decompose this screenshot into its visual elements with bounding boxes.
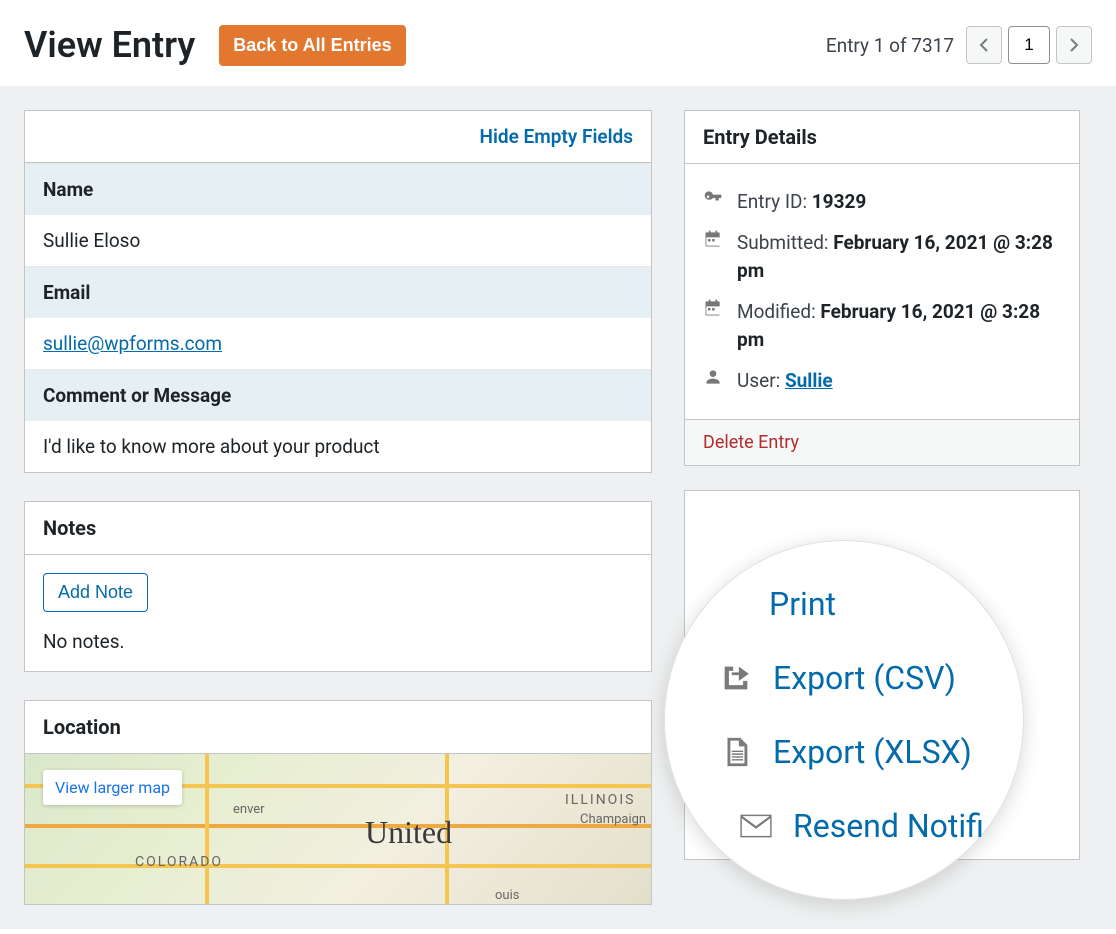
map-city-stlouis: ouis: [495, 888, 519, 903]
entry-details-title: Entry Details: [685, 111, 1079, 164]
field-name-value: Sullie Eloso: [25, 215, 651, 266]
location-map[interactable]: ILLINOIS COLORADO enver Champaign ouis U…: [25, 754, 651, 904]
zoom-resend-label[interactable]: Resend Notifi: [793, 807, 984, 845]
calendar-icon: [703, 298, 725, 318]
prev-entry-button[interactable]: [966, 26, 1002, 64]
file-icon: [719, 735, 755, 769]
entry-id-label: Entry ID:: [737, 190, 807, 213]
location-panel: Location ILLINOIS COLORADO enver Champai…: [24, 700, 652, 905]
map-state-illinois: ILLINOIS: [565, 792, 635, 808]
entry-position: Entry 1 of 7317: [826, 34, 954, 57]
map-city-champaign: Champaign: [580, 812, 646, 827]
export-icon: [719, 661, 755, 695]
field-comment-value: I'd like to know more about your product: [25, 421, 651, 472]
entry-details-panel: Entry Details Entry ID: 19329 Submitted:…: [684, 110, 1080, 466]
pagination: [966, 26, 1092, 64]
back-to-entries-button[interactable]: Back to All Entries: [219, 25, 405, 66]
zoom-print-label[interactable]: Print: [769, 585, 836, 623]
calendar-icon: [703, 229, 725, 249]
add-note-button[interactable]: Add Note: [43, 573, 148, 612]
modified-label: Modified:: [737, 300, 816, 323]
next-entry-button[interactable]: [1056, 26, 1092, 64]
map-country-label: United: [365, 814, 452, 851]
delete-entry-link[interactable]: Delete Entry: [703, 432, 799, 453]
page-title: View Entry: [24, 24, 195, 66]
chevron-right-icon: [1069, 38, 1079, 52]
field-email-value: sullie@wpforms.com: [25, 318, 651, 369]
submitted-label: Submitted:: [737, 231, 829, 254]
zoom-export-csv-label[interactable]: Export (CSV): [773, 659, 956, 697]
zoom-lens: Print Export (CSV) Export (XLSX) Resend …: [664, 540, 1024, 900]
user-icon: [703, 367, 725, 387]
location-panel-title: Location: [25, 701, 651, 754]
field-name-label: Name: [25, 163, 651, 215]
field-comment-label: Comment or Message: [25, 369, 651, 421]
no-notes-text: No notes.: [43, 630, 633, 653]
zoom-export-xlsx-label[interactable]: Export (XLSX): [773, 733, 972, 771]
key-icon: [703, 188, 725, 208]
entry-id-value: 19329: [812, 190, 867, 213]
notes-panel: Notes Add Note No notes.: [24, 501, 652, 672]
user-label: User:: [737, 369, 780, 392]
page-number-input[interactable]: [1008, 26, 1050, 64]
email-link[interactable]: sullie@wpforms.com: [43, 332, 222, 355]
view-larger-map-button[interactable]: View larger map: [43, 770, 182, 805]
entry-fields-panel: Hide Empty Fields Name Sullie Eloso Emai…: [24, 110, 652, 473]
user-link[interactable]: Sullie: [785, 369, 833, 392]
hide-empty-fields-link[interactable]: Hide Empty Fields: [480, 125, 633, 148]
envelope-icon: [739, 813, 775, 839]
notes-panel-title: Notes: [25, 502, 651, 555]
chevron-left-icon: [979, 38, 989, 52]
map-city-denver: enver: [233, 802, 265, 817]
map-state-colorado: COLORADO: [135, 854, 223, 870]
field-email-label: Email: [25, 266, 651, 318]
